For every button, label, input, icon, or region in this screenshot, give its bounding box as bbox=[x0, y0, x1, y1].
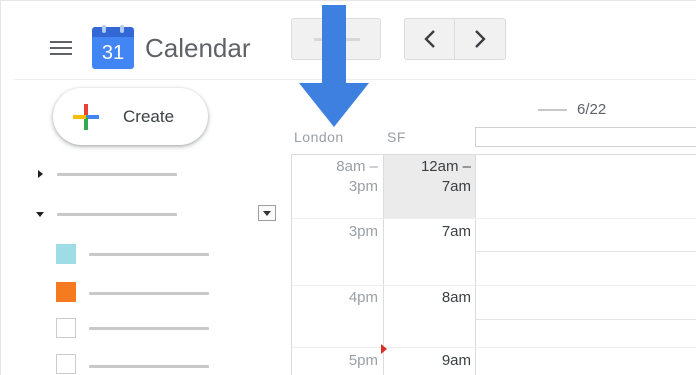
timezone-label-sf: SF bbox=[387, 129, 406, 145]
london-time-label: 3pm bbox=[348, 223, 378, 240]
day-date-label[interactable]: 6/22 bbox=[577, 100, 606, 120]
london-time-label: 5pm bbox=[348, 352, 378, 369]
calendar-checkbox[interactable] bbox=[56, 318, 76, 338]
grid-divider bbox=[475, 154, 476, 375]
section-title-placeholder bbox=[57, 213, 177, 216]
grid-top-border bbox=[291, 154, 696, 155]
sf-time-label: 12am – 7am bbox=[420, 158, 471, 195]
sf-time-label: 8am bbox=[441, 289, 471, 306]
calendar-logo-icon[interactable]: 31 bbox=[92, 25, 134, 69]
date-navigation bbox=[404, 18, 506, 60]
calendar-checkbox[interactable] bbox=[56, 244, 76, 264]
app-frame: 31 Calendar Create 6/22 London SF 8am – … bbox=[0, 0, 696, 375]
calendar-name-placeholder bbox=[89, 253, 209, 256]
menu-bar bbox=[50, 47, 72, 49]
previous-period-button[interactable] bbox=[405, 19, 455, 59]
calendar-name-placeholder bbox=[89, 292, 209, 295]
timezone-label-london: London bbox=[294, 129, 344, 145]
calendar-name-placeholder bbox=[89, 327, 209, 330]
down-arrow-annotation-icon bbox=[299, 5, 369, 127]
logo-ring bbox=[102, 25, 106, 33]
calendar-options-dropdown[interactable] bbox=[258, 205, 276, 221]
chevron-left-icon bbox=[423, 30, 435, 48]
calendar-checkbox[interactable] bbox=[56, 354, 76, 374]
grid-divider bbox=[291, 154, 292, 375]
calendar-checkbox[interactable] bbox=[56, 282, 76, 302]
collapse-arrow-icon[interactable] bbox=[36, 212, 44, 217]
current-time-marker bbox=[381, 344, 387, 354]
menu-bar bbox=[50, 41, 72, 43]
london-time-label: 8am – 3pm bbox=[336, 158, 378, 195]
sf-time-label: 7am bbox=[441, 223, 471, 240]
logo-number: 31 bbox=[101, 42, 125, 64]
calendar-name-placeholder bbox=[89, 365, 209, 368]
half-hour-line bbox=[476, 251, 696, 252]
hour-line bbox=[292, 218, 696, 219]
section-title-placeholder bbox=[57, 173, 177, 176]
caret-down-icon bbox=[263, 211, 271, 216]
plus-icon bbox=[73, 104, 99, 130]
london-time-label: 4pm bbox=[348, 289, 378, 306]
chevron-right-icon bbox=[475, 30, 486, 48]
create-label: Create bbox=[123, 107, 175, 126]
half-hour-line bbox=[476, 319, 696, 320]
grid-divider bbox=[383, 154, 384, 375]
menu-bar bbox=[50, 53, 72, 55]
logo-top bbox=[92, 27, 134, 37]
logo-ring bbox=[120, 25, 124, 33]
hour-line bbox=[292, 285, 696, 286]
create-button[interactable]: Create bbox=[53, 88, 208, 145]
app-title: Calendar bbox=[145, 33, 251, 63]
sf-time-label: 9am bbox=[441, 352, 471, 369]
expand-arrow-icon[interactable] bbox=[38, 170, 43, 178]
main-menu-icon[interactable] bbox=[50, 40, 72, 56]
all-day-events-row[interactable] bbox=[475, 127, 696, 147]
weekday-placeholder bbox=[538, 109, 567, 111]
next-period-button[interactable] bbox=[455, 19, 505, 59]
hour-line bbox=[292, 347, 696, 348]
